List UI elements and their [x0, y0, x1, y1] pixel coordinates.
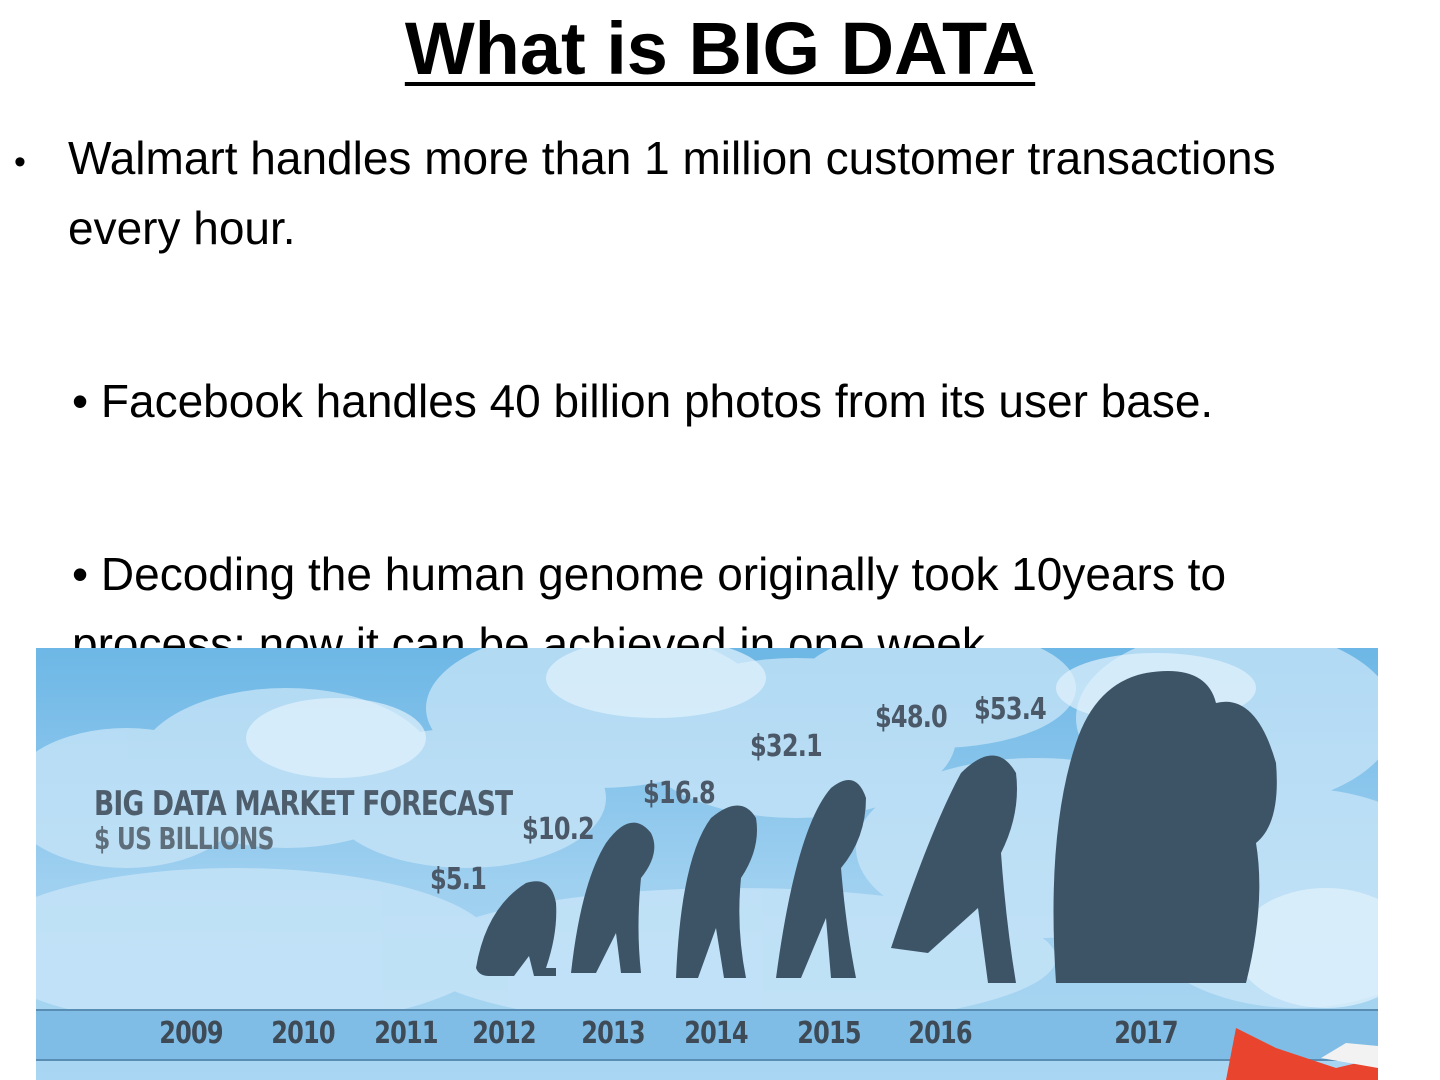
- slide-title: What is BIG DATA: [404, 7, 1036, 90]
- value-label-2012: $5.1: [429, 862, 487, 897]
- value-label-2017: $53.4: [974, 692, 1047, 727]
- value-label-2016: $48.0: [875, 699, 948, 735]
- bullet-walmart-line-2: every hour.: [68, 202, 296, 254]
- year-label-2013: 2013: [581, 1016, 645, 1051]
- year-label-2016: 2016: [908, 1016, 972, 1051]
- bullet-walmart-line-1: Walmart handles more than 1 million cust…: [68, 132, 1276, 184]
- year-label-2009: 2009: [159, 1016, 223, 1051]
- value-label-2015: $32.1: [750, 728, 823, 764]
- bullet-marker: •: [14, 143, 26, 181]
- year-label-2011: 2011: [374, 1016, 438, 1051]
- silhouette-2017: [1053, 671, 1277, 983]
- value-label-2013: $10.2: [522, 811, 595, 847]
- bullet-facebook: • Facebook handles 40 billion photos fro…: [72, 375, 1214, 427]
- chart-title: BIG DATA MARKET FORECAST: [94, 784, 513, 824]
- year-label-2015: 2015: [797, 1016, 861, 1051]
- value-label-2014: $16.8: [643, 775, 716, 811]
- year-label-2017: 2017: [1114, 1016, 1178, 1051]
- bullet-walmart: Walmart handles more than 1 million cust…: [68, 123, 1276, 263]
- year-label-2010: 2010: [271, 1016, 335, 1051]
- silhouette-2012: [476, 881, 557, 976]
- year-label-2014: 2014: [684, 1016, 748, 1051]
- bullet-genome-line-1: • Decoding the human genome originally t…: [72, 548, 1227, 600]
- chart-subtitle: $ US BILLIONS: [94, 822, 274, 857]
- market-forecast-infographic: BIG DATA MARKET FORECAST $ US BILLIONS $…: [36, 648, 1378, 1080]
- year-label-2012: 2012: [472, 1016, 536, 1051]
